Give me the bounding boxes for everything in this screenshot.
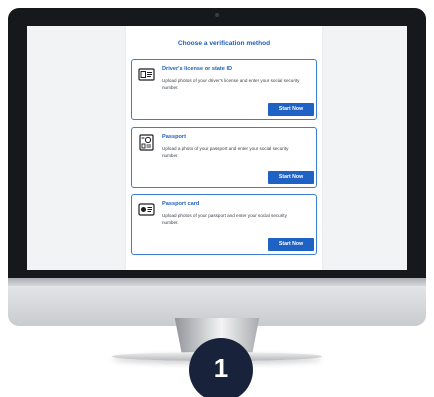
start-now-button[interactable]: Start Now xyxy=(268,171,314,184)
method-title: Driver's license or state ID xyxy=(162,66,233,72)
method-description: Upload photos of your driver's license a… xyxy=(162,78,300,90)
verification-panel: Choose a verification method Driver's li… xyxy=(126,26,322,270)
method-title: Passport card xyxy=(162,201,200,207)
step-number-badge: 1 xyxy=(189,338,253,397)
camera-icon xyxy=(215,13,219,17)
monitor-chin-edge xyxy=(8,278,426,286)
passport-card-icon xyxy=(138,203,155,216)
method-card-passport[interactable]: Passport Upload a photo of your passport… xyxy=(131,127,317,188)
method-description: Upload photos of your passport and enter… xyxy=(162,213,287,225)
passport-icon xyxy=(139,134,154,151)
method-card-passport-card[interactable]: Passport card Upload photos of your pass… xyxy=(131,194,317,255)
method-description: Upload a photo of your passport and ente… xyxy=(162,146,289,158)
id-card-icon xyxy=(138,68,155,81)
method-title: Passport xyxy=(162,134,186,140)
start-now-button[interactable]: Start Now xyxy=(268,238,314,251)
desktop-monitor: Choose a verification method Driver's li… xyxy=(8,8,426,326)
start-now-button[interactable]: Start Now xyxy=(268,103,314,116)
panel-title: Choose a verification method xyxy=(177,40,271,47)
monitor-screen: Choose a verification method Driver's li… xyxy=(27,26,407,270)
method-card-drivers-license[interactable]: Driver's license or state ID Upload phot… xyxy=(131,59,317,120)
